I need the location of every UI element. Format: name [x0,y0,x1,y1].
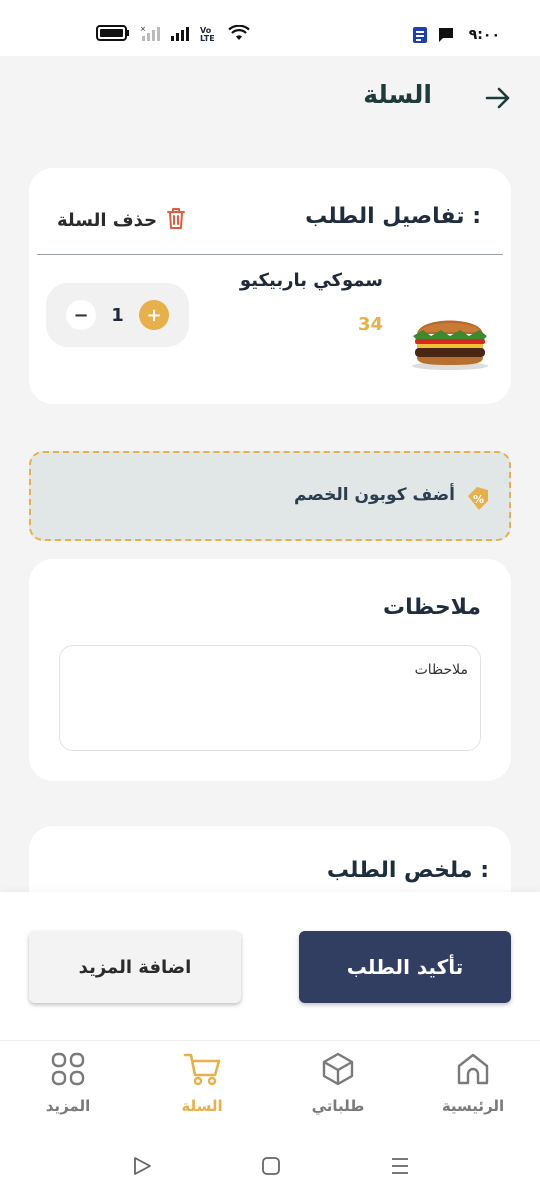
order-summary-title: ملخص الطلب : [326,858,489,883]
delete-cart-button[interactable]: حذف السلة [57,206,187,234]
notes-title: ملاحظات [383,595,481,620]
box-icon [320,1051,356,1091]
nav-label-home: الرئيسية [441,1097,505,1115]
discount-tag-icon: % [465,484,491,510]
sim-icon [412,26,428,48]
nav-item-orders[interactable]: طلباتي [283,1051,393,1125]
notes-placeholder: ملاحظات [414,662,468,678]
status-bar: ٩:٠٠ × Vo LTE [0,0,540,56]
confirm-order-button[interactable]: تأكيد الطلب [299,931,511,1003]
nav-label-more: المزيد [45,1097,91,1115]
arrow-right-icon [485,87,510,109]
nav-item-home[interactable]: الرئيسية [418,1051,528,1125]
decrease-button[interactable]: − [66,300,96,330]
burger-image [405,302,495,372]
grid-icon [50,1051,86,1091]
signal-weak-icon: × [140,25,160,45]
message-icon [438,27,454,47]
order-details-title: تفاصيل الطلب : [305,204,481,229]
trash-icon [165,206,187,234]
bottom-nav: الرئيسية طلباتي السلة المزيد [0,1040,540,1130]
system-nav-bar [0,1130,540,1200]
action-bar: تأكيد الطلب اضافة المزيد [0,892,540,1040]
cart-icon [183,1051,221,1091]
app-header: السلة [0,56,540,146]
quantity-value: 1 [111,304,124,326]
nav-item-more[interactable]: المزيد [13,1051,123,1125]
nav-item-cart[interactable]: السلة [147,1051,257,1125]
add-more-button[interactable]: اضافة المزيد [29,931,241,1003]
product-name: سموكي باربيكيو [239,270,383,291]
notes-card: ملاحظات ملاحظات [29,559,511,781]
quantity-stepper: − 1 + [46,283,189,347]
svg-text:×: × [140,25,146,33]
divider [37,254,503,255]
menu-lines-icon[interactable] [388,1154,412,1178]
volte-icon: Vo LTE [200,26,215,43]
increase-button[interactable]: + [139,300,169,330]
home-square-icon[interactable] [259,1154,283,1178]
home-icon [455,1051,491,1091]
product-price: 34 [357,314,383,335]
battery-icon [96,25,130,45]
svg-text:%: % [473,493,484,506]
delete-cart-label: حذف السلة [57,209,158,231]
page-title: السلة [363,80,432,109]
signal-icon [170,25,190,45]
notes-input[interactable]: ملاحظات [59,645,481,751]
nav-label-orders: طلباتي [311,1097,365,1115]
order-details-card: تفاصيل الطلب : حذف السلة سموكي باربيكيو … [29,168,511,404]
wifi-icon [228,24,250,45]
back-button[interactable] [484,84,512,112]
status-time: ٩:٠٠ [468,27,500,43]
nav-label-cart: السلة [181,1097,223,1115]
add-coupon-button[interactable]: % أضف كوبون الخصم [29,451,511,541]
play-icon[interactable] [130,1154,154,1178]
coupon-label: أضف كوبون الخصم [294,485,455,505]
